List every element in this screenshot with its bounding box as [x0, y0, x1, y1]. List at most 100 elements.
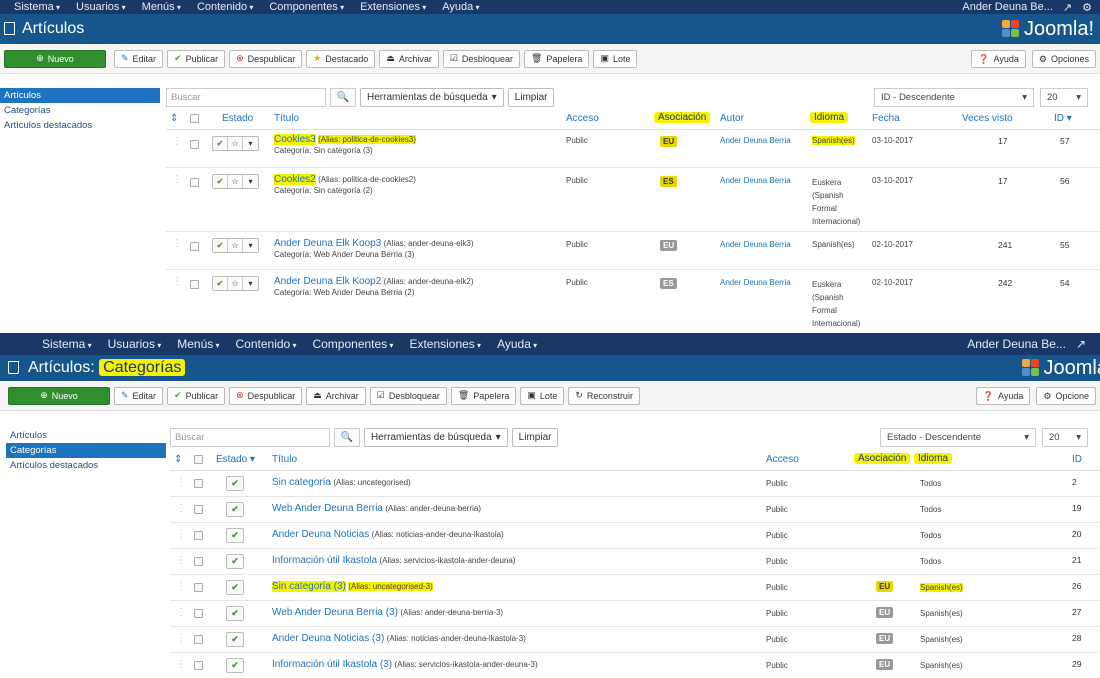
association-badge[interactable]: EU	[876, 607, 894, 618]
col-titulo[interactable]: Título	[272, 454, 297, 465]
drag-handle-icon[interactable]: ⋮	[176, 659, 186, 670]
row-checkbox[interactable]	[194, 635, 203, 644]
unpublish-button[interactable]: ⊗ Despublicar	[229, 49, 303, 68]
menu-menus[interactable]: Menús	[142, 1, 181, 13]
published-icon[interactable]: ✔	[226, 658, 244, 673]
association-badge[interactable]: EU	[876, 659, 894, 670]
menu-extensiones[interactable]: Extensiones	[360, 1, 426, 13]
star-icon[interactable]: ☆	[228, 239, 243, 252]
published-icon[interactable]: ✔	[226, 502, 244, 517]
checkin-button[interactable]: ☑ Desbloquear	[369, 386, 447, 405]
search-icon[interactable]: 🔍	[334, 428, 360, 447]
menu-ayuda[interactable]: Ayuda	[442, 1, 479, 13]
status-toggle[interactable]: ✔ ☆ ▾	[212, 238, 259, 253]
association-badge[interactable]: ES	[660, 278, 677, 289]
caret-down-icon[interactable]: ▾	[243, 277, 258, 290]
article-title-link[interactable]: Ander Deuna Elk Koop2	[274, 276, 381, 287]
association-badge[interactable]: EU	[876, 633, 894, 644]
sidebar-item-featured[interactable]: Artículos destacados	[0, 118, 160, 133]
row-checkbox[interactable]	[190, 178, 199, 187]
sort-select[interactable]: ID - Descendente ▾	[874, 88, 1034, 107]
category-title-link[interactable]: Información útil Ikastola (3)	[272, 659, 392, 670]
row-checkbox[interactable]	[190, 280, 199, 289]
menu-componentes[interactable]: Componentes	[269, 1, 344, 13]
sort-select[interactable]: Estado - Descendente ▾	[880, 428, 1036, 447]
association-badge[interactable]: EU	[660, 136, 678, 147]
sidebar-item-categories[interactable]: Categorías	[0, 103, 160, 118]
drag-handle-icon[interactable]: ⋮	[172, 276, 182, 287]
edit-button[interactable]: ✎ Editar	[114, 49, 164, 68]
drag-handle-icon[interactable]: ⋮	[172, 136, 182, 147]
caret-down-icon[interactable]: ▾	[243, 175, 258, 188]
menu-contenido[interactable]: Contenido	[236, 337, 297, 351]
published-icon[interactable]: ✔	[213, 137, 228, 150]
search-tools-button[interactable]: Herramientas de búsqueda ▾	[364, 428, 508, 447]
published-icon[interactable]: ✔	[226, 606, 244, 621]
col-fecha[interactable]: Fecha	[872, 113, 900, 124]
drag-handle-icon[interactable]: ⋮	[176, 581, 186, 592]
col-acceso[interactable]: Acceso	[566, 113, 599, 124]
publish-button[interactable]: ✔ Publicar	[167, 49, 226, 68]
options-button[interactable]: ⚙ Opcione	[1036, 387, 1096, 405]
archive-button[interactable]: ⏏ Archivar	[306, 386, 366, 405]
batch-button[interactable]: ▣ Lote	[593, 49, 638, 68]
drag-handle-icon[interactable]: ⋮	[176, 503, 186, 514]
association-badge[interactable]: EU	[876, 581, 894, 592]
menu-sistema[interactable]: Sistema	[42, 337, 92, 351]
author-link[interactable]: Ander Deuna Berria	[720, 176, 791, 185]
external-link-icon[interactable]: ↗	[1076, 337, 1086, 351]
col-idioma[interactable]: Idioma	[810, 112, 849, 123]
author-link[interactable]: Ander Deuna Berria	[720, 136, 791, 145]
publish-button[interactable]: ✔ Publicar	[167, 386, 226, 405]
clear-button[interactable]: Limpiar	[507, 88, 555, 107]
menu-extensiones[interactable]: Extensiones	[409, 337, 481, 351]
sidebar-item-articles[interactable]: Artículos	[0, 88, 160, 103]
caret-down-icon[interactable]: ▾	[243, 239, 258, 252]
search-input[interactable]: Buscar	[170, 428, 330, 447]
options-button[interactable]: ⚙ Opciones	[1031, 50, 1096, 68]
rebuild-button[interactable]: ↻ Reconstruir	[568, 386, 640, 405]
row-checkbox[interactable]	[194, 557, 203, 566]
article-title-link[interactable]: Cookies3	[274, 134, 316, 145]
caret-down-icon[interactable]: ▾	[243, 137, 258, 150]
author-link[interactable]: Ander Deuna Berria	[720, 278, 791, 287]
sidebar-item-featured[interactable]: Artículos destacados	[6, 458, 166, 473]
unpublish-button[interactable]: ⊗ Despublicar	[229, 386, 303, 405]
col-asociacion[interactable]: Asociación	[654, 112, 711, 123]
col-id[interactable]: ID ▾	[1054, 113, 1072, 124]
trash-button[interactable]: 🗑 Papelera	[523, 49, 590, 68]
row-checkbox[interactable]	[194, 531, 203, 540]
search-tools-button[interactable]: Herramientas de búsqueda ▾	[360, 88, 504, 107]
row-checkbox[interactable]	[190, 140, 199, 149]
search-icon[interactable]: 🔍	[330, 88, 356, 107]
col-titulo[interactable]: Título	[274, 113, 299, 124]
col-asociacion[interactable]: Asociación	[854, 453, 911, 464]
featured-button[interactable]: ★ Destacado	[306, 49, 376, 68]
published-icon[interactable]: ✔	[213, 239, 228, 252]
row-checkbox[interactable]	[194, 505, 203, 514]
article-title-link[interactable]: Cookies2	[274, 174, 316, 185]
published-icon[interactable]: ✔	[226, 580, 244, 595]
archive-button[interactable]: ⏏ Archivar	[379, 49, 439, 68]
gear-icon[interactable]: ⚙	[1082, 1, 1092, 14]
drag-handle-icon[interactable]: ⋮	[176, 607, 186, 618]
menu-usuarios[interactable]: Usuarios	[76, 1, 126, 13]
col-id[interactable]: ID	[1072, 454, 1082, 465]
trash-button[interactable]: 🗑 Papelera	[450, 386, 517, 405]
menu-componentes[interactable]: Componentes	[312, 337, 393, 351]
sidebar-item-categories[interactable]: Categorías	[6, 443, 166, 458]
drag-handle-icon[interactable]: ⋮	[172, 238, 182, 249]
menu-contenido[interactable]: Contenido	[197, 1, 253, 13]
menu-menus[interactable]: Menús	[177, 337, 219, 351]
published-icon[interactable]: ✔	[213, 277, 228, 290]
star-icon[interactable]: ☆	[228, 277, 243, 290]
category-title-link[interactable]: Sin categoría	[272, 477, 331, 488]
clear-button[interactable]: Limpiar	[511, 428, 559, 447]
batch-button[interactable]: ▣ Lote	[520, 386, 565, 405]
published-icon[interactable]: ✔	[226, 476, 244, 491]
help-button[interactable]: ❓ Ayuda	[971, 50, 1026, 68]
association-badge[interactable]: EU	[660, 240, 678, 251]
row-checkbox[interactable]	[194, 583, 203, 592]
ordering-icon[interactable]: ⇕	[170, 113, 178, 124]
article-title-link[interactable]: Ander Deuna Elk Koop3	[274, 238, 381, 249]
